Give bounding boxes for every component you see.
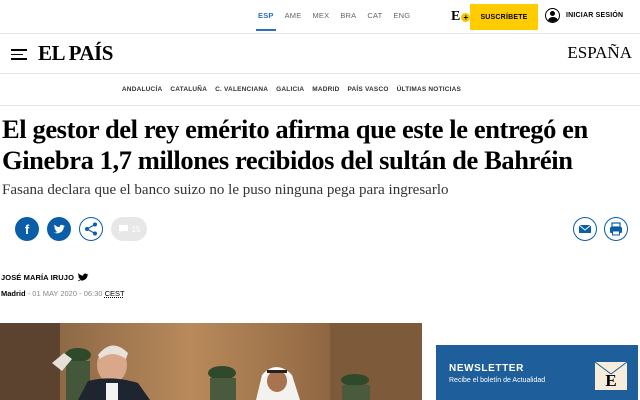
subscribe-button[interactable]: SUSCRÍBETE <box>470 4 538 30</box>
dateline: Madrid - 01 MAY 2020 - 06:30 CEST <box>1 289 125 298</box>
newsletter-title: NEWSLETTER <box>449 363 524 374</box>
print-button[interactable] <box>604 217 628 241</box>
site-logo[interactable]: EL PAÍS <box>38 41 113 66</box>
newsletter-promo[interactable]: NEWSLETTER Recibe el boletín de Actualid… <box>436 345 638 400</box>
login-label: INICIAR SESIÓN <box>566 12 624 19</box>
newsletter-badge-letter: E <box>605 371 616 390</box>
twitter-icon <box>53 224 65 234</box>
edition-cat[interactable]: CAT <box>367 11 382 20</box>
secondary-share-bar <box>573 217 628 241</box>
edition-esp[interactable]: ESP <box>256 11 276 31</box>
region-ultimas-noticias[interactable]: ÚLTIMAS NOTICIAS <box>397 86 461 93</box>
author-name[interactable]: JOSÉ MARÍA IRUJO <box>1 273 74 282</box>
region-c-valenciana[interactable]: C. VALENCIANA <box>215 86 268 93</box>
article-photo[interactable] <box>0 323 422 400</box>
share-bar: f 15 <box>15 217 147 241</box>
article-headline: El gestor del rey emérito afirma que est… <box>2 114 588 175</box>
share-icon <box>85 222 97 236</box>
facebook-share-button[interactable]: f <box>15 217 39 241</box>
region-galicia[interactable]: GALICIA <box>276 86 304 93</box>
eplus-logo[interactable]: E + <box>451 9 471 25</box>
eplus-letter: E <box>451 9 461 24</box>
section-title[interactable]: ESPAÑA <box>567 43 632 63</box>
menu-icon[interactable] <box>11 49 27 60</box>
mail-icon <box>578 224 592 233</box>
region-madrid[interactable]: MADRID <box>312 86 339 93</box>
svg-text:f: f <box>25 222 30 237</box>
twitter-share-button[interactable] <box>47 217 71 241</box>
region-andalucia[interactable]: ANDALUCÍA <box>122 86 162 93</box>
edition-eng[interactable]: ENG <box>393 11 410 20</box>
dateline-city: Madrid <box>1 289 26 298</box>
region-cataluna[interactable]: CATALUÑA <box>170 86 207 93</box>
timezone: CEST <box>104 289 125 298</box>
email-share-button[interactable] <box>573 217 597 241</box>
region-nav: ANDALUCÍA CATALUÑA C. VALENCIANA GALICIA… <box>0 74 640 106</box>
comment-icon <box>118 225 128 233</box>
print-icon <box>610 222 622 236</box>
user-icon <box>545 8 560 23</box>
share-button[interactable] <box>79 217 103 241</box>
edition-bra[interactable]: BRA <box>340 11 356 20</box>
newsletter-description: Recibe el boletín de Actualidad <box>449 377 546 384</box>
publish-date: - 01 MAY 2020 - 06:30 <box>27 289 103 298</box>
edition-switcher: ESP AME MEX BRA CAT ENG <box>256 11 421 31</box>
article-subheadline: Fasana declara que el banco suizo no le … <box>2 182 449 198</box>
newsletter-envelope-icon: E <box>594 361 628 390</box>
facebook-icon: f <box>25 222 30 237</box>
edition-ame[interactable]: AME <box>285 11 302 20</box>
masthead: EL PAÍS ESPAÑA <box>0 34 640 74</box>
edition-mex[interactable]: MEX <box>312 11 329 20</box>
comments-count: 15 <box>131 224 141 234</box>
twitter-icon[interactable] <box>78 272 90 282</box>
king-and-sultan-photo <box>0 323 422 400</box>
comments-button[interactable]: 15 <box>111 217 147 241</box>
byline: JOSÉ MARÍA IRUJO <box>1 272 90 282</box>
plus-icon: + <box>461 12 471 22</box>
edition-bar: ESP AME MEX BRA CAT ENG E + SUSCRÍBETE I… <box>0 0 640 34</box>
login-button[interactable]: INICIAR SESIÓN <box>545 8 623 23</box>
region-pais-vasco[interactable]: PAÍS VASCO <box>347 86 388 93</box>
